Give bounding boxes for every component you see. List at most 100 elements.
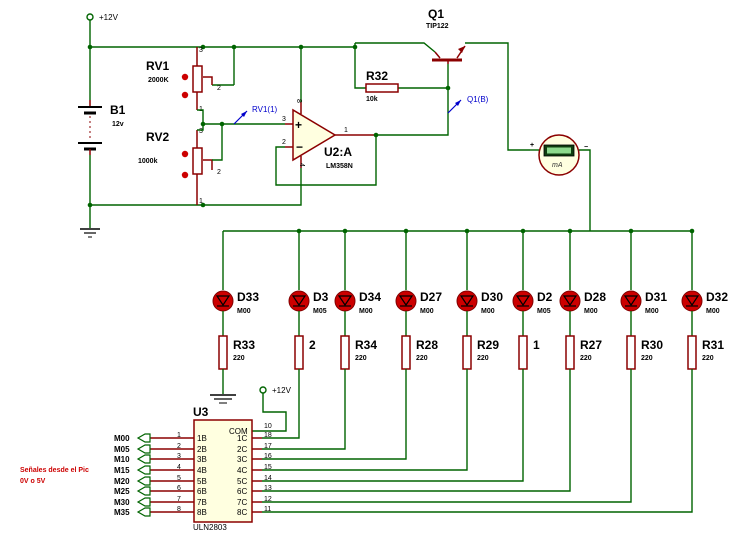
note-line-1: Señales desde el Pic (20, 467, 89, 474)
led-column: D31M00R30220 (620, 228, 667, 374)
pot-knob-dot (181, 91, 189, 99)
u3-output-pin[interactable]: 172C (237, 374, 346, 454)
led-value: M00 (359, 308, 373, 315)
svg-text:+: + (295, 118, 302, 132)
net-label: M20 (114, 477, 130, 486)
u3-input-pin[interactable]: M00 1 1B (114, 432, 207, 443)
led[interactable]: D32 M00 (681, 290, 728, 315)
svg-text:6: 6 (177, 485, 181, 492)
resistor-ref: 1 (533, 338, 540, 352)
led-value: M00 (481, 308, 495, 315)
voltage-probe-q1b[interactable]: Q1(B) (447, 95, 489, 114)
schematic-svg: +12V B1 12v RV1 2000K 3 2 1 RV2 1000k 3 … (20, 7, 728, 532)
resistor[interactable]: R30220 (626, 335, 663, 370)
led-value: M00 (237, 308, 251, 315)
pot-knob-dot (181, 150, 189, 158)
resistor-r32[interactable]: R32 10k (365, 69, 399, 103)
resistor-ref: R29 (477, 338, 499, 352)
svg-text:1C: 1C (237, 434, 247, 443)
u3-output-pin[interactable]: 127C (237, 374, 632, 507)
svg-text:8: 8 (177, 506, 181, 513)
led-value: M05 (537, 308, 551, 315)
led-ref: D32 (706, 290, 728, 304)
resistor-value: 220 (641, 355, 653, 362)
pot-rv2-ref: RV2 (146, 130, 169, 144)
resistor[interactable]: 1 (518, 335, 540, 370)
svg-text:3: 3 (199, 47, 203, 54)
resistor-ref: R31 (702, 338, 724, 352)
resistor-r32-ref: R32 (366, 69, 388, 83)
opamp-u2a[interactable]: + − 3 2 1 8 4 U2:A LM358N (282, 99, 376, 170)
resistor[interactable]: R28220 (401, 335, 438, 370)
net-label: M05 (114, 445, 130, 454)
resistor[interactable]: R27220 (565, 335, 602, 370)
pot-rv1-value: 2000K (148, 77, 169, 84)
resistor-ref: R30 (641, 338, 663, 352)
led-value: M00 (584, 308, 598, 315)
resistor-ref: R27 (580, 338, 602, 352)
resistor[interactable]: R33220 (218, 335, 255, 370)
led-column: D30 M00 R29220 (456, 228, 503, 374)
voltage-probe-rv1[interactable]: RV1(1) (233, 105, 278, 125)
u3-output-pin[interactable]: 118C (237, 374, 693, 517)
led[interactable]: D34 M00 (334, 290, 381, 315)
svg-text:4: 4 (298, 163, 305, 167)
opamp-ref: U2:A (324, 145, 352, 159)
resistor[interactable]: R29220 (462, 335, 499, 370)
power-label-top: +12V (99, 13, 119, 22)
u3-input-pin[interactable]: M20 5 5B (114, 475, 207, 486)
led[interactable]: D33 M00 (212, 290, 259, 315)
opamp-value: LM358N (326, 163, 353, 170)
net-label: M30 (114, 498, 130, 507)
u3-input-pin[interactable]: M25 6 6B (114, 485, 207, 496)
led[interactable]: D3 M05 (288, 290, 329, 315)
probe-q1b-label: Q1(B) (467, 95, 489, 104)
led-ref: D3 (313, 290, 329, 304)
svg-text:4B: 4B (197, 466, 207, 475)
potentiometer-rv1[interactable]: RV1 2000K 3 2 1 (146, 47, 221, 113)
svg-text:1: 1 (199, 198, 203, 205)
power-terminal-u3 (259, 386, 267, 394)
u3-input-pin[interactable]: M35 8 8B (114, 506, 207, 517)
net-label: M25 (114, 487, 130, 496)
transistor-ref: Q1 (428, 7, 444, 21)
led[interactable]: D27 M00 (395, 290, 442, 315)
led-ref: D30 (481, 290, 503, 304)
ground-symbol-top (80, 228, 100, 238)
ammeter[interactable]: mA + − (530, 134, 591, 231)
resistor-value: 220 (416, 355, 428, 362)
led-value: M05 (313, 308, 327, 315)
svg-text:8B: 8B (197, 508, 207, 517)
svg-text:6B: 6B (197, 487, 207, 496)
power-label-u3: +12V (272, 386, 292, 395)
u3-input-pin[interactable]: M10 3 3B (114, 453, 207, 464)
resistor[interactable]: R31220 (687, 335, 724, 370)
resistor[interactable]: 2 (294, 335, 316, 370)
battery-b1[interactable]: B1 12v (78, 100, 126, 155)
u3-input-pin[interactable]: M30 7 7B (114, 496, 207, 507)
led[interactable]: D31 M00 (620, 290, 667, 315)
led[interactable]: D30 M00 (456, 290, 503, 315)
led-column: D27M00 R28220 (395, 228, 442, 374)
u3-input-pin[interactable]: M15 4 4B (114, 464, 207, 475)
resistor-value: 220 (233, 355, 245, 362)
u3-part: ULN2803 (193, 523, 227, 532)
pot-rv1-ref: RV1 (146, 59, 169, 73)
svg-text:3: 3 (282, 116, 286, 123)
u3-input-pin[interactable]: M05 2 2B (114, 443, 207, 454)
led-column: D28M00 R27220 (559, 228, 606, 374)
transistor-value: TIP122 (426, 23, 449, 30)
resistor[interactable]: R34220 (340, 335, 377, 370)
pot-knob-dot (181, 171, 189, 179)
svg-text:1B: 1B (197, 434, 207, 443)
battery-ref: B1 (110, 103, 126, 117)
led[interactable]: D2 M05 (512, 290, 553, 315)
led[interactable]: D28 M00 (559, 290, 606, 315)
resistor-ref: R33 (233, 338, 255, 352)
svg-text:2: 2 (177, 443, 181, 450)
potentiometer-rv2[interactable]: RV2 1000k 3 2 1 (138, 128, 221, 205)
svg-text:7: 7 (177, 496, 181, 503)
svg-text:5B: 5B (197, 477, 207, 486)
transistor-q1[interactable]: Q1 TIP122 (426, 7, 530, 151)
led-value: M00 (645, 308, 659, 315)
